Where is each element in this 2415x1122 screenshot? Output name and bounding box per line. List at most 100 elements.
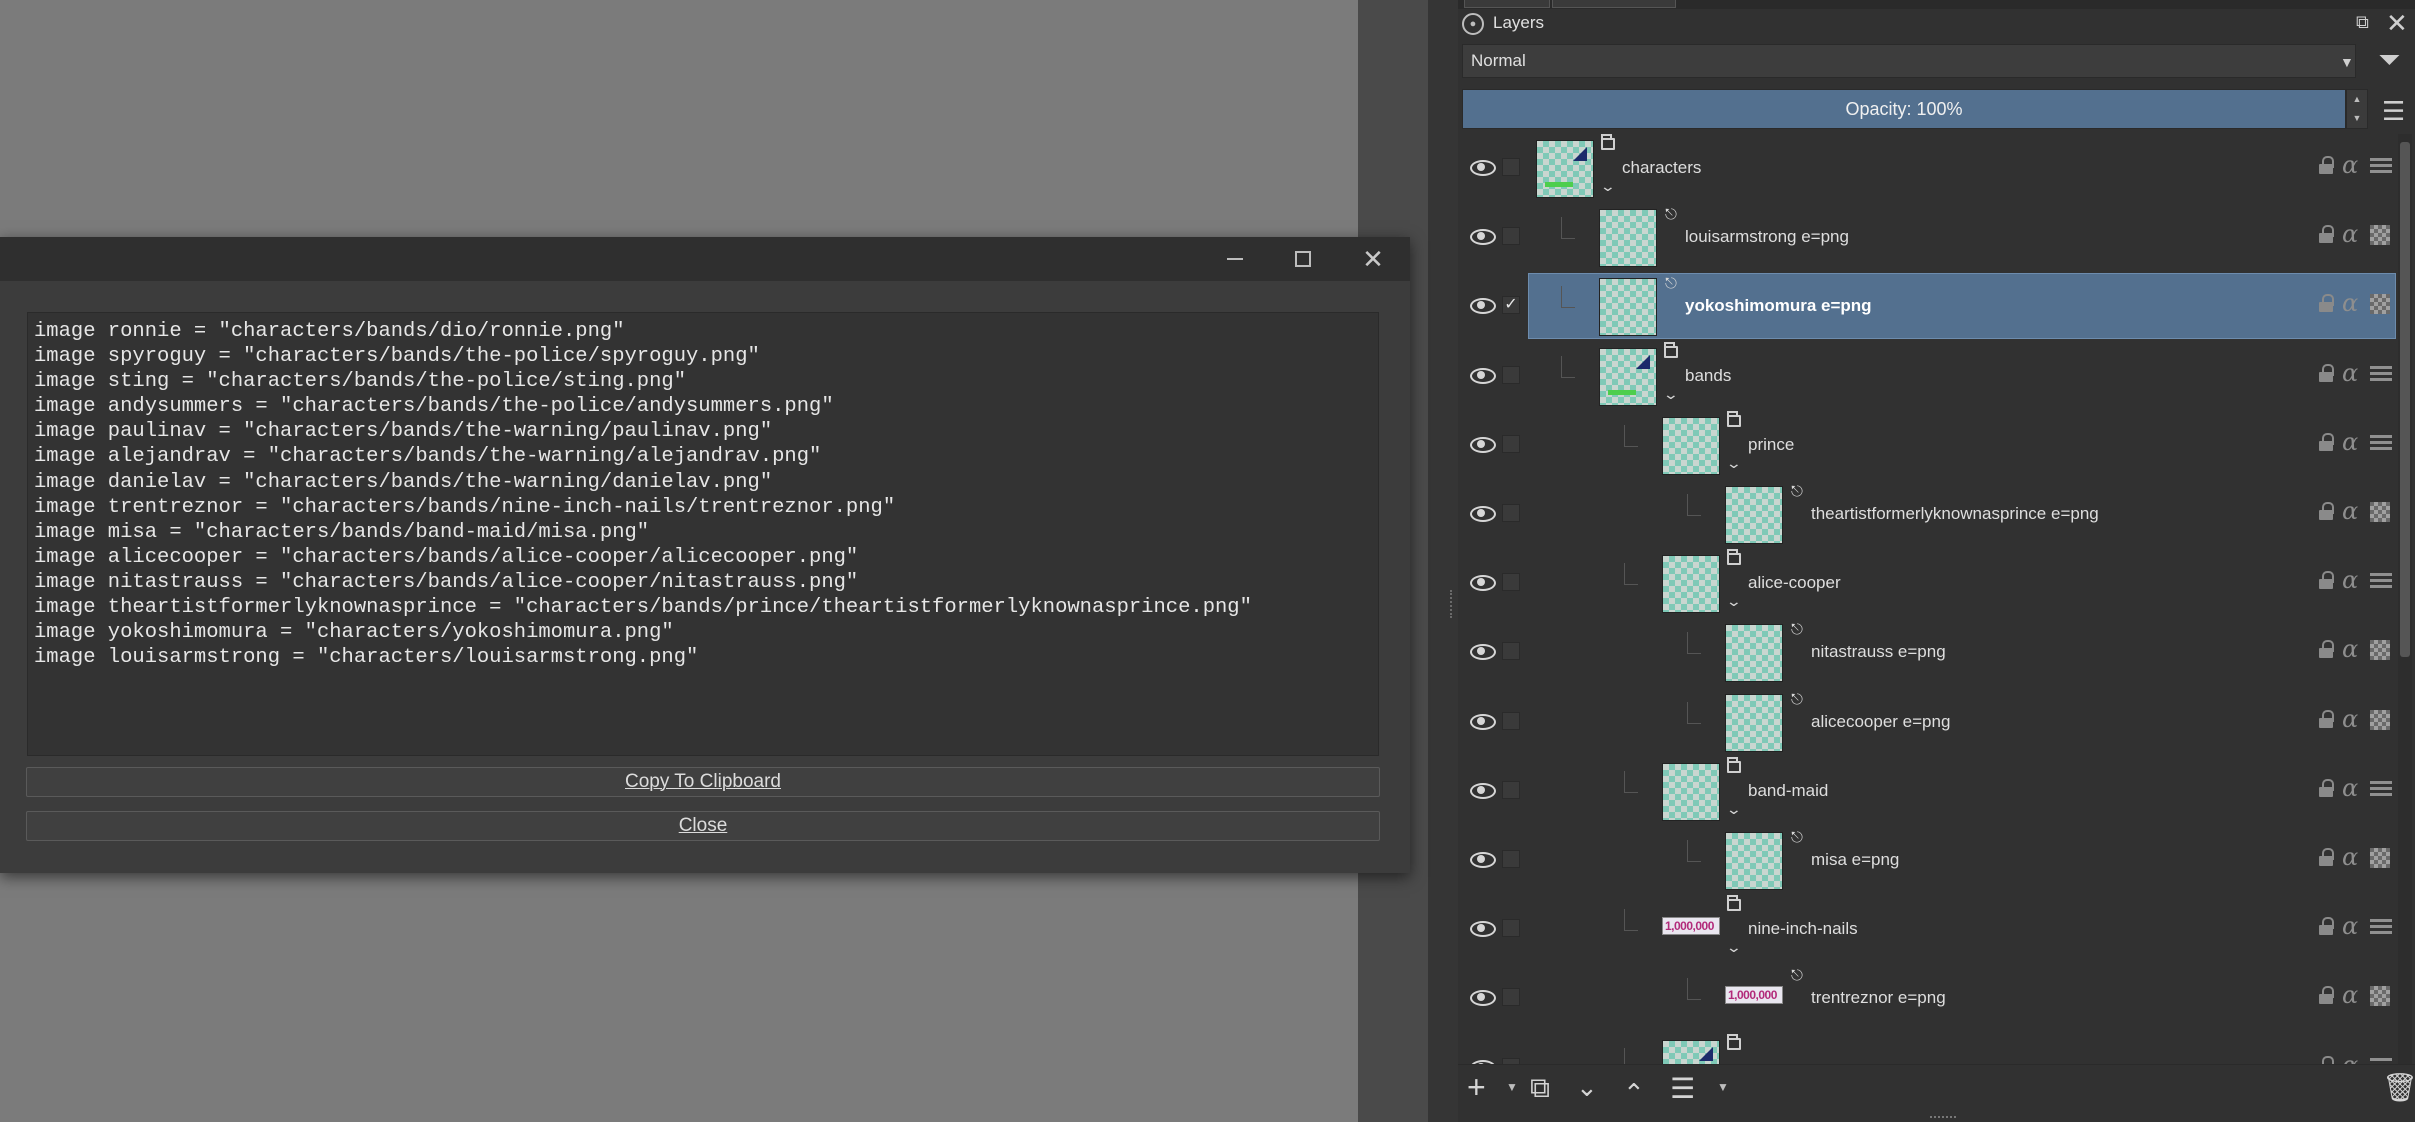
layer-row[interactable]: 1,000,000 ⎋ trentreznor e=png α: [1460, 964, 2398, 1033]
layer-row[interactable]: ⎋ alicecooper e=png α: [1460, 688, 2398, 757]
inherit-alpha-icon[interactable]: [2370, 294, 2390, 315]
layer-lock-icon[interactable]: [2318, 778, 2334, 797]
alpha-lock-icon[interactable]: α: [2342, 635, 2358, 663]
layer-row[interactable]: ⎋ theartistformerlyknownasprince e=png α: [1460, 480, 2398, 549]
alpha-lock-icon[interactable]: α: [2342, 981, 2358, 1009]
layer-row[interactable]: ⌄ alice-cooper α: [1460, 549, 2398, 618]
visibility-eye-icon[interactable]: [1470, 642, 1496, 661]
dock-splitter[interactable]: [1428, 0, 1458, 1122]
layer-select-checkbox[interactable]: ✓: [1502, 296, 1520, 315]
alpha-lock-icon[interactable]: α: [2342, 497, 2358, 525]
minimize-button[interactable]: [1200, 237, 1270, 281]
layer-select-checkbox[interactable]: [1502, 642, 1520, 661]
layer-row[interactable]: ⌄ prince α: [1460, 410, 2398, 480]
layer-row[interactable]: 1,000,000 ⌄ nine-inch-nails α: [1460, 895, 2398, 964]
layer-select-checkbox[interactable]: [1502, 158, 1520, 176]
lock-docker-icon[interactable]: ●: [1462, 13, 1484, 35]
alpha-lock-icon[interactable]: α: [2342, 705, 2358, 733]
inherit-alpha-icon[interactable]: [2370, 848, 2390, 868]
visibility-eye-icon[interactable]: [1470, 781, 1496, 799]
chevron-down-icon[interactable]: ▼: [2340, 54, 2354, 70]
layer-select-checkbox[interactable]: [1502, 711, 1520, 730]
layer-row[interactable]: ✓ ⎋ yokoshimomura e=png α: [1460, 272, 2398, 341]
add-layer-icon[interactable]: +: [1467, 1069, 1486, 1106]
visibility-eye-icon[interactable]: [1470, 227, 1496, 246]
layer-select-checkbox[interactable]: [1502, 919, 1520, 938]
close-docker-icon[interactable]: ✕: [2386, 8, 2408, 39]
alpha-lock-icon[interactable]: α: [2342, 774, 2358, 802]
passthrough-icon[interactable]: [2370, 434, 2392, 451]
layer-lock-icon[interactable]: [2318, 640, 2334, 659]
visibility-eye-icon[interactable]: [1470, 850, 1496, 868]
delete-layer-icon[interactable]: 🗑: [2382, 1071, 2415, 1104]
layer-row[interactable]: ⌄ bands α: [1460, 341, 2398, 411]
alpha-lock-icon[interactable]: α: [2342, 428, 2358, 456]
float-docker-icon[interactable]: ⧉: [2356, 12, 2369, 33]
visibility-eye-icon[interactable]: [1470, 435, 1496, 453]
visibility-eye-icon[interactable]: [1470, 712, 1496, 730]
close-window-button[interactable]: ✕: [1338, 237, 1408, 281]
maximize-button[interactable]: [1268, 237, 1338, 281]
copy-to-clipboard-button[interactable]: Copy To Clipboard: [26, 767, 1380, 797]
visibility-eye-icon[interactable]: [1470, 988, 1496, 1007]
layer-select-checkbox[interactable]: [1502, 227, 1520, 246]
layer-lock-icon[interactable]: [2318, 917, 2334, 936]
expand-chevron-icon[interactable]: ⌄: [1600, 178, 1616, 195]
opacity-spinner[interactable]: ▲ ▼: [2346, 89, 2368, 129]
expand-chevron-icon[interactable]: ⌄: [1726, 593, 1742, 610]
alpha-lock-icon[interactable]: α: [2342, 359, 2358, 387]
passthrough-icon[interactable]: [2370, 365, 2392, 382]
layer-row[interactable]: ⎋ misa e=png α: [1460, 826, 2398, 895]
inherit-alpha-icon[interactable]: [2370, 502, 2390, 522]
layer-select-checkbox[interactable]: [1502, 988, 1520, 1007]
add-layer-dropdown-icon[interactable]: ▼: [1506, 1080, 1518, 1094]
layer-lock-icon[interactable]: [2318, 432, 2334, 451]
alpha-lock-icon[interactable]: α: [2342, 843, 2358, 871]
passthrough-icon[interactable]: [2370, 158, 2392, 174]
expand-chevron-icon[interactable]: ⌄: [1726, 939, 1742, 956]
hamburger-menu-icon[interactable]: ☰: [2382, 96, 2405, 127]
layer-lock-icon[interactable]: [2318, 502, 2334, 520]
layer-lock-icon[interactable]: [2318, 571, 2334, 590]
alpha-lock-icon[interactable]: α: [2342, 151, 2358, 179]
inherit-alpha-icon[interactable]: [2370, 225, 2390, 246]
duplicate-layer-icon[interactable]: ⧉: [1530, 1072, 1550, 1105]
layer-row[interactable]: ⎋ louisarmstrong e=png α: [1460, 203, 2398, 272]
move-down-icon[interactable]: ⌄: [1576, 1072, 1598, 1103]
layer-lock-icon[interactable]: [2318, 986, 2334, 1005]
layer-row[interactable]: α: [1460, 1033, 2398, 1064]
scrollbar-thumb[interactable]: [2400, 142, 2410, 657]
layer-row[interactable]: ⌄ characters α: [1460, 134, 2398, 203]
splitter-grip[interactable]: [1450, 590, 1454, 618]
dialog-titlebar[interactable]: ✕: [0, 237, 1410, 281]
layer-row[interactable]: ⌄ band-maid α: [1460, 756, 2398, 826]
layer-select-checkbox[interactable]: [1502, 780, 1520, 799]
layer-lock-icon[interactable]: [2318, 848, 2334, 866]
filter-icon[interactable]: ⏷: [2378, 44, 2400, 77]
docker-tab[interactable]: [1464, 0, 1550, 8]
properties-dropdown-icon[interactable]: ▼: [1717, 1080, 1729, 1094]
layer-lock-icon[interactable]: [2318, 225, 2334, 244]
alpha-lock-icon[interactable]: α: [2342, 289, 2358, 317]
layer-select-checkbox[interactable]: [1502, 365, 1520, 384]
layer-select-checkbox[interactable]: [1502, 573, 1520, 592]
alpha-lock-icon[interactable]: α: [2342, 1051, 2358, 1064]
docker-tab[interactable]: [1552, 0, 1676, 8]
layer-lock-icon[interactable]: [2318, 1055, 2334, 1064]
visibility-eye-icon[interactable]: [1470, 573, 1496, 592]
layer-select-checkbox[interactable]: [1502, 504, 1520, 522]
visibility-eye-icon[interactable]: [1470, 158, 1496, 176]
layer-lock-icon[interactable]: [2318, 294, 2334, 313]
layer-lock-icon[interactable]: [2318, 363, 2334, 382]
visibility-eye-icon[interactable]: [1470, 504, 1496, 522]
inherit-alpha-icon[interactable]: [2370, 640, 2390, 661]
passthrough-icon[interactable]: [2370, 573, 2392, 590]
inherit-alpha-icon[interactable]: [2370, 986, 2390, 1007]
layer-lock-icon[interactable]: [2318, 156, 2334, 174]
close-button[interactable]: Close: [26, 811, 1380, 841]
layer-list[interactable]: ⌄ characters α ⎋ louisarmstrong e=png α ✓ ⎋ yoko…: [1460, 134, 2398, 1064]
passthrough-icon[interactable]: [2370, 780, 2392, 797]
passthrough-icon[interactable]: [2370, 919, 2392, 936]
visibility-eye-icon[interactable]: [1470, 296, 1496, 315]
layer-properties-icon[interactable]: ☰: [1670, 1072, 1695, 1105]
